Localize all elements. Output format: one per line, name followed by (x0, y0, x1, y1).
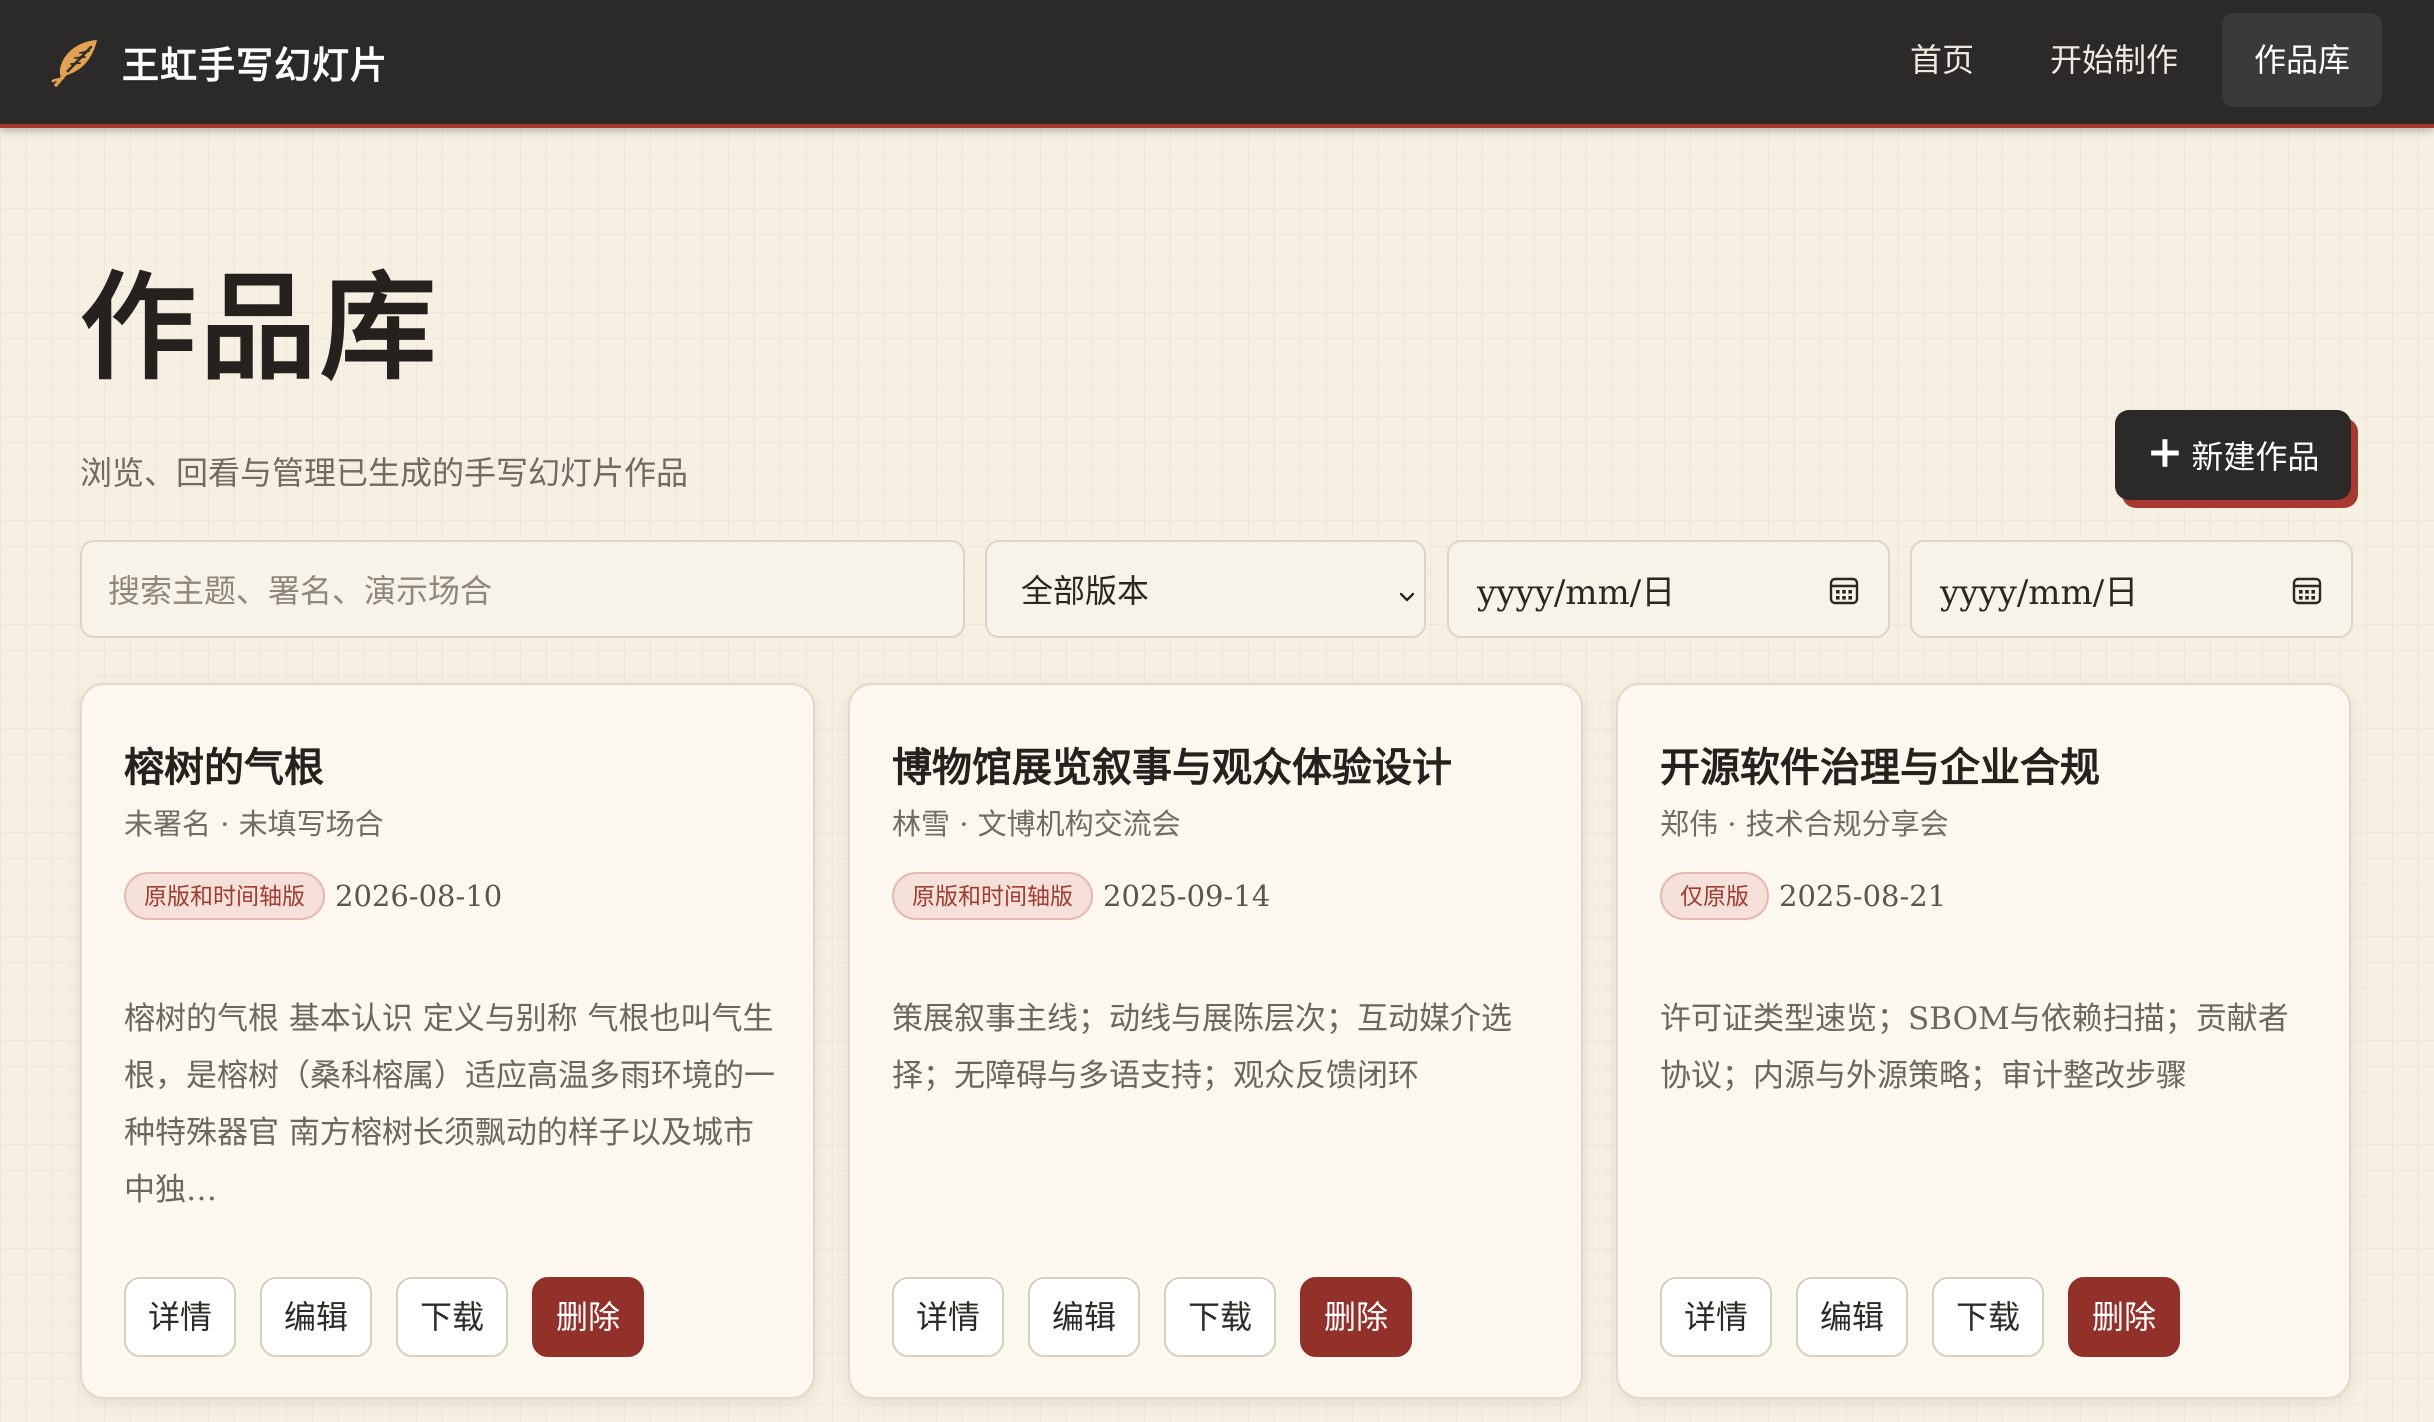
card-title[interactable]: 榕树的气根 (124, 735, 324, 793)
date-from-placeholder: yyyy/mm/日 (1477, 572, 1676, 613)
card-meta: 林雪 · 文博机构交流会 (892, 807, 1181, 841)
delete-button[interactable]: 删除 (532, 1277, 645, 1357)
details-button[interactable]: 详情 (124, 1277, 237, 1357)
nav-start-creating[interactable]: 开始制作 (2018, 13, 2210, 107)
calendar-icon[interactable] (2291, 574, 2323, 606)
card-meta: 郑伟 · 技术合规分享会 (1660, 807, 1949, 841)
card-date: 2026-08-10 (335, 879, 503, 913)
card-meta: 未署名 · 未填写场合 (124, 807, 384, 841)
card-actions: 详情 编辑 下载 删除 (892, 1277, 1436, 1357)
card-description: 许可证类型速览；SBOM与依赖扫描；贡献者协议；内源与外源策略；审计整改步骤 (1660, 1001, 2289, 1094)
work-card: 榕树的气根 未署名 · 未填写场合 原版和时间轴版 2026-08-10 榕树的… (80, 683, 815, 1399)
nav-home[interactable]: 首页 (1878, 13, 2006, 107)
page-title: 作品库 (80, 260, 440, 396)
plus-icon: + (2146, 427, 2184, 478)
details-button[interactable]: 详情 (1660, 1277, 1773, 1357)
version-badge: 原版和时间轴版 (892, 872, 1093, 920)
card-date: 2025-09-14 (1103, 879, 1271, 913)
card-tag-row: 原版和时间轴版 2025-09-14 (892, 871, 1270, 921)
date-to-placeholder: yyyy/mm/日 (1940, 572, 2139, 613)
chevron-down-icon (1396, 578, 1418, 602)
card-date: 2025-08-21 (1779, 879, 1947, 913)
delete-button[interactable]: 删除 (1300, 1277, 1413, 1357)
version-select-value: 全部版本 (1021, 572, 1150, 610)
download-button[interactable]: 下载 (1932, 1277, 2045, 1357)
card-description: 策展叙事主线；动线与展陈层次；互动媒介选择；无障碍与多语支持；观众反馈闭环 (892, 1001, 1512, 1094)
card-actions: 详情 编辑 下载 删除 (124, 1277, 668, 1357)
search-input[interactable]: 搜索主题、署名、演示场合 (80, 540, 965, 638)
card-title[interactable]: 博物馆展览叙事与观众体验设计 (892, 735, 1452, 793)
new-work-label: 新建作品 (2191, 438, 2320, 476)
card-tag-row: 仅原版 2025-08-21 (1660, 871, 1946, 921)
download-button[interactable]: 下载 (1164, 1277, 1277, 1357)
work-card: 开源软件治理与企业合规 郑伟 · 技术合规分享会 仅原版 2025-08-21 … (1616, 683, 2351, 1399)
brand-name: 王虹手写幻灯片 (122, 43, 388, 87)
work-card: 博物馆展览叙事与观众体验设计 林雪 · 文博机构交流会 原版和时间轴版 2025… (848, 683, 1583, 1399)
card-title[interactable]: 开源软件治理与企业合规 (1660, 735, 2100, 793)
top-navbar: 王虹手写幻灯片 首页 开始制作 作品库 (0, 0, 2434, 128)
page-subtitle: 浏览、回看与管理已生成的手写幻灯片作品 (80, 454, 689, 492)
main-nav: 首页 开始制作 作品库 (1866, 13, 2382, 107)
date-to-input[interactable]: yyyy/mm/日 (1910, 540, 2353, 638)
edit-button[interactable]: 编辑 (260, 1277, 373, 1357)
card-description: 榕树的气根 基本认识 定义与别称 气根也叫气生根，是榕树（桑科榕属）适应高温多雨… (124, 1001, 775, 1208)
delete-button[interactable]: 删除 (2068, 1277, 2181, 1357)
feather-icon (50, 36, 102, 88)
details-button[interactable]: 详情 (892, 1277, 1005, 1357)
search-placeholder: 搜索主题、署名、演示场合 (108, 572, 493, 610)
card-actions: 详情 编辑 下载 删除 (1660, 1277, 2204, 1357)
edit-button[interactable]: 编辑 (1028, 1277, 1141, 1357)
download-button[interactable]: 下载 (396, 1277, 509, 1357)
version-badge: 仅原版 (1660, 872, 1769, 920)
version-badge: 原版和时间轴版 (124, 872, 325, 920)
nav-gallery[interactable]: 作品库 (2221, 13, 2382, 107)
version-select[interactable]: 全部版本 (985, 540, 1426, 638)
calendar-icon[interactable] (1828, 574, 1860, 606)
date-from-input[interactable]: yyyy/mm/日 (1447, 540, 1890, 638)
card-tag-row: 原版和时间轴版 2026-08-10 (124, 871, 502, 921)
edit-button[interactable]: 编辑 (1796, 1277, 1909, 1357)
new-work-button[interactable]: + 新建作品 (2115, 410, 2351, 500)
brand[interactable]: 王虹手写幻灯片 (50, 30, 388, 94)
